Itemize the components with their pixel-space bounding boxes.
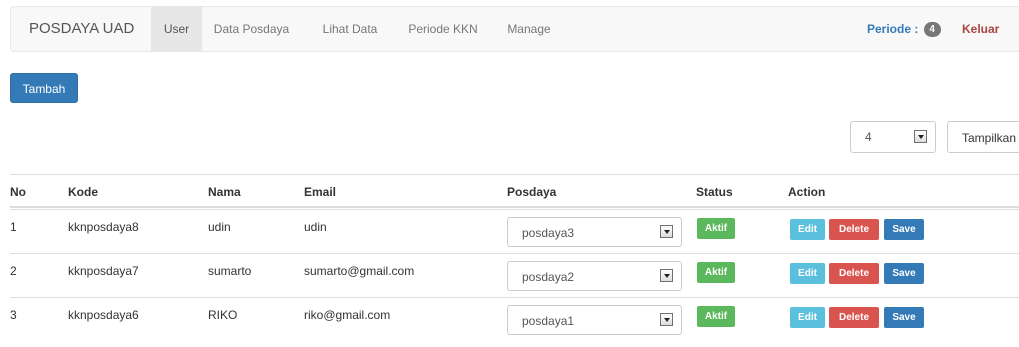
cell-kode: kknposdaya8	[68, 220, 139, 234]
save-button[interactable]: Save	[884, 263, 924, 284]
cell-email: riko@gmail.com	[304, 308, 391, 322]
table-row: 3 kknposdaya6 RIKO riko@gmail.com posday…	[10, 297, 1019, 347]
header-status: Status	[696, 185, 733, 199]
header-action: Action	[788, 185, 826, 199]
header-nama: Nama	[208, 185, 241, 199]
nav-item-manage[interactable]: Manage	[498, 7, 560, 51]
chevron-down-icon	[660, 269, 673, 282]
header-email: Email	[304, 185, 337, 199]
cell-nama: RIKO	[208, 308, 238, 322]
posdaya-select-value: posdaya3	[522, 226, 575, 240]
status-badge[interactable]: Aktif	[697, 262, 735, 283]
tampilkan-button[interactable]: Tampilkan	[947, 121, 1019, 153]
table-row: 2 kknposdaya7 sumarto sumarto@gmail.com …	[10, 253, 1019, 297]
status-badge[interactable]: Aktif	[697, 306, 735, 327]
periode-select[interactable]: 4	[850, 121, 936, 153]
cell-nama: udin	[208, 220, 231, 234]
periode-label: Periode :	[867, 22, 919, 36]
cell-kode: kknposdaya6	[68, 308, 139, 322]
cell-email: udin	[304, 220, 327, 234]
cell-no: 2	[10, 264, 17, 278]
posdaya-select[interactable]: posdaya2	[507, 261, 682, 291]
periode-select-value: 4	[865, 130, 872, 144]
chevron-down-icon	[660, 225, 673, 238]
table-row: 1 kknposdaya8 udin udin posdaya3 Aktif E…	[10, 209, 1019, 253]
save-button[interactable]: Save	[884, 307, 924, 328]
cell-no: 1	[10, 220, 17, 234]
cell-kode: kknposdaya7	[68, 264, 139, 278]
delete-button[interactable]: Delete	[829, 307, 879, 328]
chevron-down-icon	[914, 130, 927, 143]
logout-link[interactable]: Keluar	[962, 7, 999, 51]
cell-no: 3	[10, 308, 17, 322]
cell-nama: sumarto	[208, 264, 252, 278]
header-kode: Kode	[68, 185, 98, 199]
edit-button[interactable]: Edit	[790, 307, 825, 328]
save-button[interactable]: Save	[884, 219, 924, 240]
nav-item-periode-kkn[interactable]: Periode KKN	[400, 7, 486, 51]
posdaya-select-value: posdaya1	[522, 314, 575, 328]
add-button[interactable]: Tambah	[10, 73, 78, 103]
posdaya-select[interactable]: posdaya1	[507, 305, 682, 335]
nav-item-lihat-data[interactable]: Lihat Data	[314, 7, 386, 51]
posdaya-select[interactable]: posdaya3	[507, 217, 682, 247]
periode-link[interactable]: Periode : 4	[867, 7, 941, 51]
posdaya-select-value: posdaya2	[522, 270, 575, 284]
periode-badge: 4	[923, 22, 941, 38]
top-navbar: POSDAYA UAD User Data Posdaya Lihat Data…	[10, 6, 1019, 52]
header-posdaya: Posdaya	[507, 185, 557, 199]
brand-link[interactable]: POSDAYA UAD	[29, 7, 134, 51]
edit-button[interactable]: Edit	[790, 263, 825, 284]
edit-button[interactable]: Edit	[790, 219, 825, 240]
status-badge[interactable]: Aktif	[697, 218, 735, 239]
chevron-down-icon	[660, 313, 673, 326]
table-header-row: No Kode Nama Email Posdaya Status Action	[10, 174, 1019, 208]
header-no: No	[10, 185, 26, 199]
nav-item-user[interactable]: User	[151, 7, 202, 51]
delete-button[interactable]: Delete	[829, 219, 879, 240]
nav-item-data-posdaya[interactable]: Data Posdaya	[204, 7, 299, 51]
cell-email: sumarto@gmail.com	[304, 264, 415, 278]
delete-button[interactable]: Delete	[829, 263, 879, 284]
